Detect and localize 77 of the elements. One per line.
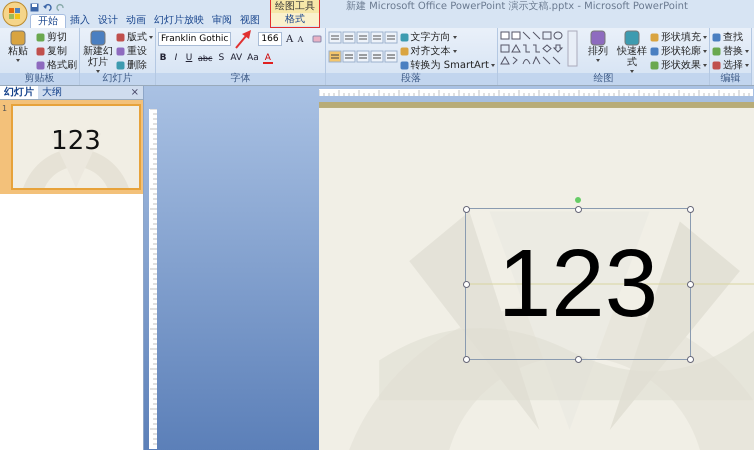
ribbon-button[interactable]: 文字方向 bbox=[400, 30, 495, 44]
format-button[interactable]: U bbox=[184, 52, 194, 65]
eraser-icon[interactable] bbox=[310, 33, 323, 45]
ribbon-button[interactable]: 转换为 SmartArt bbox=[400, 58, 495, 72]
group-label: 字体 bbox=[156, 73, 325, 85]
ribbon-button[interactable]: 版式 bbox=[116, 30, 153, 44]
square-icon bbox=[650, 32, 659, 42]
group-label: 剪贴板 bbox=[0, 73, 79, 85]
square-icon bbox=[36, 60, 45, 70]
square-icon bbox=[36, 46, 45, 56]
square-icon bbox=[400, 46, 409, 56]
office-button[interactable] bbox=[2, 1, 28, 27]
slide-text: 123 bbox=[496, 229, 660, 339]
ribbon-tab[interactable]: 开始 bbox=[30, 14, 66, 28]
ribbon-tab[interactable]: 设计 bbox=[94, 14, 122, 28]
ribbon-button[interactable]: 选择 bbox=[712, 58, 749, 72]
square-icon bbox=[650, 46, 659, 56]
slide-number: 1 bbox=[2, 104, 8, 115]
square-icon bbox=[712, 32, 721, 42]
square-icon bbox=[116, 32, 125, 42]
format-button[interactable]: B bbox=[158, 52, 168, 65]
ribbon-button[interactable]: 格式刷 bbox=[36, 58, 77, 72]
ribbon-button[interactable]: 替换 bbox=[712, 44, 749, 58]
save-icon[interactable] bbox=[30, 2, 39, 12]
font-name-field[interactable]: Franklin Gothic bbox=[158, 32, 232, 46]
group-label: 段落 bbox=[326, 73, 497, 85]
font-size-field[interactable]: 166 bbox=[258, 32, 282, 46]
group-label: 幻灯片 bbox=[80, 73, 155, 85]
ribbon-button[interactable]: 形状填充 bbox=[650, 30, 707, 44]
square-icon bbox=[400, 60, 409, 70]
shapes-gallery-drawing[interactable] bbox=[500, 30, 580, 68]
ribbon-button[interactable]: 剪切 bbox=[36, 30, 77, 44]
square-icon bbox=[624, 30, 640, 46]
ribbon-button[interactable]: 形状效果 bbox=[650, 58, 707, 72]
ribbon-button[interactable]: 粘贴 bbox=[2, 30, 34, 62]
ribbon-button[interactable]: 排列 bbox=[582, 30, 614, 62]
annotation-arrow bbox=[234, 30, 252, 49]
square-icon bbox=[650, 60, 659, 70]
format-button[interactable]: I bbox=[171, 52, 181, 65]
format-button[interactable]: abc bbox=[197, 52, 214, 65]
pane-tab[interactable]: 幻灯片 bbox=[0, 86, 38, 99]
square-icon bbox=[400, 32, 409, 42]
square-icon bbox=[712, 46, 721, 56]
slide-thumbnail[interactable]: 123 bbox=[11, 104, 141, 190]
window-title: 新建 Microsoft Office PowerPoint 演示文稿.pptx - Microsoft PowerPoint bbox=[346, 0, 688, 14]
square-icon bbox=[712, 60, 721, 70]
ribbon-button[interactable]: 重设 bbox=[116, 44, 153, 58]
font-size-button[interactable]: A bbox=[298, 32, 308, 46]
square-icon bbox=[116, 60, 125, 70]
ribbon-tab[interactable]: 视图 bbox=[236, 14, 264, 28]
font-size-button[interactable]: A bbox=[284, 32, 295, 46]
format-button[interactable]: S bbox=[216, 52, 226, 65]
pane-tab[interactable]: 大纲 bbox=[38, 86, 66, 99]
square-icon bbox=[90, 30, 106, 46]
ribbon-button[interactable]: 复制 bbox=[36, 44, 77, 58]
ribbon-tab[interactable]: 幻灯片放映 bbox=[150, 14, 208, 28]
format-button[interactable]: A bbox=[262, 53, 273, 64]
ribbon-tab[interactable]: 审阅 bbox=[208, 14, 236, 28]
ribbon-button[interactable]: 形状轮廓 bbox=[650, 44, 707, 58]
group-label: 编辑 bbox=[710, 73, 751, 85]
undo-icon[interactable] bbox=[43, 2, 52, 12]
ribbon-button[interactable]: 对齐文本 bbox=[400, 44, 495, 58]
contextual-tab-label: 绘图工具 bbox=[271, 0, 319, 13]
ribbon-tab[interactable]: 动画 bbox=[122, 14, 150, 28]
ribbon-button[interactable]: 删除 bbox=[116, 58, 153, 72]
format-button[interactable]: Aa bbox=[246, 52, 260, 65]
ribbon-tab[interactable]: 插入 bbox=[66, 14, 94, 28]
group-label: 绘图 bbox=[498, 73, 709, 85]
square-icon bbox=[116, 46, 125, 56]
ribbon-tab[interactable]: 格式 bbox=[271, 13, 319, 26]
square-icon bbox=[36, 32, 45, 42]
square-icon bbox=[590, 30, 606, 46]
format-button[interactable]: AV bbox=[229, 52, 244, 65]
square-icon bbox=[10, 30, 26, 46]
close-button[interactable]: × bbox=[130, 87, 139, 98]
thumbnail-text: 123 bbox=[50, 126, 102, 156]
ribbon-button[interactable]: 查找 bbox=[712, 30, 749, 44]
